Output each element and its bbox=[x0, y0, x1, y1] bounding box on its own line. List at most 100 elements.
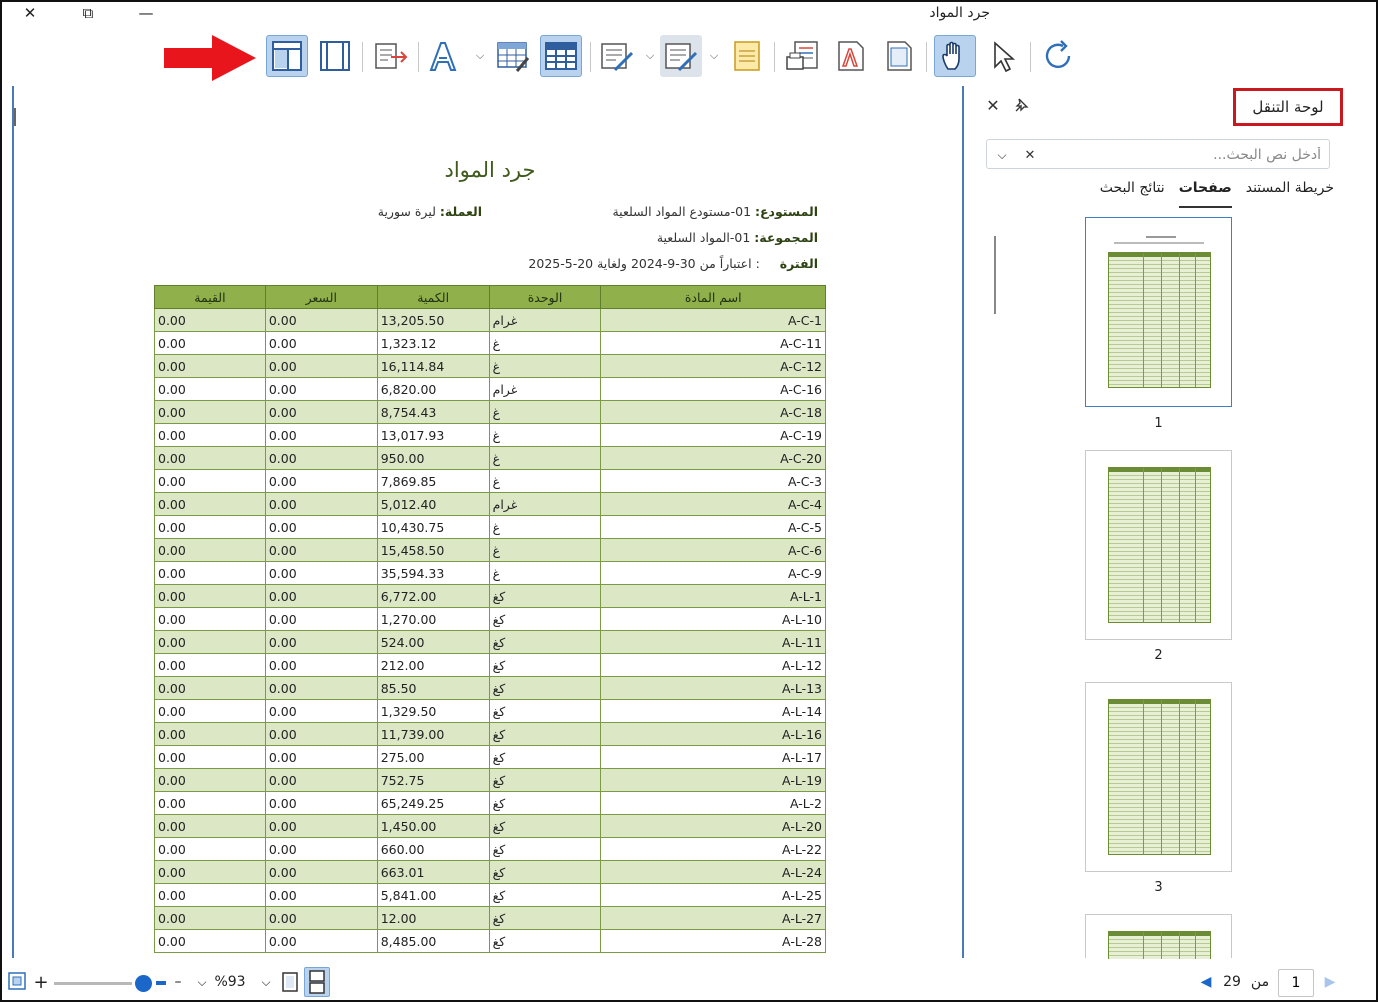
cell-material-name: A-C-6 bbox=[600, 538, 826, 562]
cell-quantity: 524.00 bbox=[376, 630, 490, 654]
cell-price: 0.00 bbox=[264, 676, 378, 700]
cell-price: 0.00 bbox=[264, 446, 378, 470]
chevron-down-icon[interactable]: ⌵ bbox=[991, 144, 1013, 166]
zoom-slider-knob[interactable] bbox=[135, 975, 152, 992]
zoom-level[interactable]: %93 bbox=[212, 972, 248, 992]
zoom-out-button[interactable]: – bbox=[170, 972, 186, 992]
cell-material-name: A-L-20 bbox=[600, 814, 826, 838]
cell-value: 0.00 bbox=[154, 883, 266, 907]
table-row: A-L-27 كغ 12.00 0.00 0.00 bbox=[154, 906, 826, 930]
single-page-mode-button[interactable] bbox=[278, 969, 302, 995]
page-view-button[interactable] bbox=[878, 35, 920, 77]
cell-quantity: 13,205.50 bbox=[376, 308, 490, 332]
cell-price: 0.00 bbox=[264, 354, 378, 378]
cell-material-name: A-C-16 bbox=[600, 377, 826, 401]
zoom-in-button[interactable]: + bbox=[32, 972, 50, 993]
select-tool-button[interactable] bbox=[982, 35, 1024, 77]
warehouse-value: 01-مستودع المواد السلعية bbox=[612, 204, 752, 219]
toolbar-separator bbox=[1030, 42, 1031, 72]
refresh-button[interactable] bbox=[1038, 35, 1080, 77]
hand-tool-button[interactable] bbox=[934, 35, 976, 77]
page-thumbnail-4[interactable] bbox=[1085, 914, 1232, 959]
export-button[interactable] bbox=[370, 35, 412, 77]
toolbar-separator bbox=[774, 42, 775, 72]
document-viewer[interactable]: جرد المواد المستودع: 01-مستودع المواد ال… bbox=[12, 86, 964, 958]
cell-price: 0.00 bbox=[264, 929, 378, 953]
close-pane-icon[interactable]: ✕ bbox=[982, 94, 1004, 116]
thumbnail-scrollbar[interactable] bbox=[994, 236, 996, 314]
cell-unit: كغ bbox=[488, 814, 602, 838]
restore-window-button[interactable]: ⧉ bbox=[68, 2, 108, 24]
cell-value: 0.00 bbox=[154, 354, 266, 378]
tab-document-map[interactable]: خريطة المستند bbox=[1246, 178, 1334, 208]
design-report-button[interactable] bbox=[660, 35, 702, 77]
table-row: A-L-19 كغ 752.75 0.00 0.00 bbox=[154, 768, 826, 792]
minimize-window-button[interactable]: — bbox=[126, 2, 166, 24]
pin-pane-icon[interactable] bbox=[1010, 94, 1032, 116]
cell-quantity: 8,754.43 bbox=[376, 400, 490, 424]
table-row: A-L-17 كغ 275.00 0.00 0.00 bbox=[154, 745, 826, 769]
clear-search-icon[interactable]: ✕ bbox=[1019, 144, 1041, 166]
page-thumbnail-1[interactable] bbox=[1085, 217, 1232, 407]
font-dropdown-chevron-icon[interactable]: ⌵ bbox=[474, 46, 486, 66]
edit-report-button[interactable] bbox=[596, 35, 638, 77]
page-width-view-button[interactable] bbox=[314, 35, 356, 77]
page-thumbnail-3[interactable] bbox=[1085, 682, 1232, 872]
print-button[interactable] bbox=[782, 35, 824, 77]
report-title: جرد المواد bbox=[444, 158, 536, 182]
cell-value: 0.00 bbox=[154, 860, 266, 884]
font-button[interactable] bbox=[424, 35, 466, 77]
cell-quantity: 65,249.25 bbox=[376, 791, 490, 815]
fit-page-button[interactable] bbox=[6, 970, 28, 992]
page-setup-button[interactable] bbox=[726, 35, 768, 77]
currency-label: العملة: bbox=[439, 204, 482, 219]
period-value: : اعتباراً من 30-9-2024 ولغاية 20-5-2025 bbox=[528, 256, 760, 271]
zoom-dropdown-chevron-icon[interactable]: ⌵ bbox=[194, 972, 210, 992]
close-window-button[interactable]: ✕ bbox=[10, 2, 50, 24]
tab-search-results[interactable]: نتائج البحث bbox=[1100, 178, 1165, 208]
cell-price: 0.00 bbox=[264, 561, 378, 585]
current-page-input[interactable] bbox=[1278, 969, 1314, 997]
cell-quantity: 15,458.50 bbox=[376, 538, 490, 562]
search-box: ⌵ ✕ bbox=[986, 139, 1330, 169]
edit-dropdown-chevron-icon[interactable]: ⌵ bbox=[644, 46, 656, 66]
cell-quantity: 7,869.85 bbox=[376, 469, 490, 493]
cell-value: 0.00 bbox=[154, 469, 266, 493]
continuous-mode-button[interactable] bbox=[304, 967, 330, 997]
pdf-export-button[interactable] bbox=[830, 35, 872, 77]
cell-quantity: 5,841.00 bbox=[376, 883, 490, 907]
navigation-pane-title: لوحة التنقل bbox=[1233, 88, 1343, 126]
tab-pages[interactable]: صفحات bbox=[1178, 178, 1232, 208]
cell-value: 0.00 bbox=[154, 538, 266, 562]
table-row: A-C-16 غرام 6,820.00 0.00 0.00 bbox=[154, 377, 826, 401]
zoom-slider-track[interactable] bbox=[54, 982, 132, 985]
cell-value: 0.00 bbox=[154, 308, 266, 332]
table-grid-button[interactable] bbox=[540, 35, 582, 77]
table-row: A-L-2 كغ 65,249.25 0.00 0.00 bbox=[154, 791, 826, 815]
search-input[interactable] bbox=[1041, 144, 1321, 166]
single-page-view-button[interactable] bbox=[266, 35, 308, 77]
currency-value: ليرة سورية bbox=[377, 204, 436, 219]
cell-price: 0.00 bbox=[264, 860, 378, 884]
period-info: الفترة : اعتباراً من 30-9-2024 ولغاية 20… bbox=[528, 256, 818, 271]
table-row: A-L-1 كغ 6,772.00 0.00 0.00 bbox=[154, 584, 826, 608]
cell-value: 0.00 bbox=[154, 676, 266, 700]
next-page-button[interactable]: ▶ bbox=[1322, 972, 1338, 992]
font-icon bbox=[429, 42, 457, 71]
page-thumbnail-2[interactable] bbox=[1085, 450, 1232, 640]
previous-page-button[interactable]: ◀ bbox=[1198, 972, 1214, 992]
cell-material-name: A-L-27 bbox=[600, 906, 826, 930]
table-layout-button[interactable] bbox=[492, 35, 534, 77]
view-mode-chevron-icon[interactable]: ⌵ bbox=[258, 972, 274, 992]
total-pages: 29 bbox=[1223, 974, 1241, 990]
design-dropdown-chevron-icon[interactable]: ⌵ bbox=[708, 46, 720, 66]
cell-unit: غرام bbox=[488, 492, 602, 516]
cell-unit: كغ bbox=[488, 837, 602, 861]
table-row: A-L-20 كغ 1,450.00 0.00 0.00 bbox=[154, 814, 826, 838]
edit-report-icon bbox=[601, 43, 634, 72]
cell-price: 0.00 bbox=[264, 377, 378, 401]
cell-quantity: 6,820.00 bbox=[376, 377, 490, 401]
cell-value: 0.00 bbox=[154, 446, 266, 470]
cell-value: 0.00 bbox=[154, 423, 266, 447]
cell-material-name: A-C-20 bbox=[600, 446, 826, 470]
